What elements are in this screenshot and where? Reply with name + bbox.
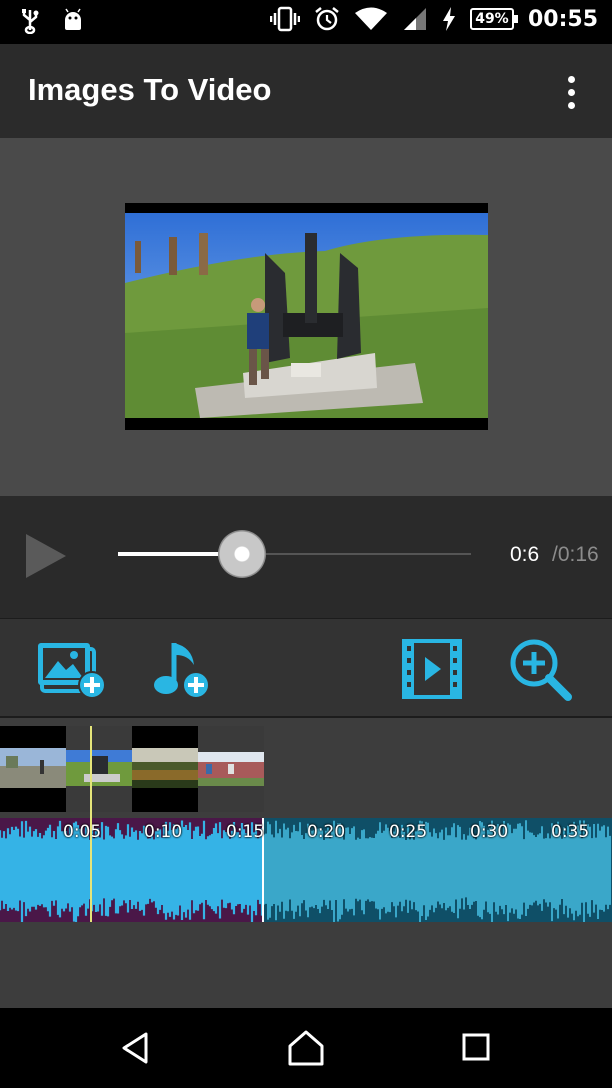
total-time: /0:16 <box>552 543 599 566</box>
usb-icon <box>22 9 39 34</box>
battery-percent: 49% <box>475 11 509 27</box>
timeline-tick: 0:20 <box>307 822 346 842</box>
preview-image <box>125 213 488 418</box>
app-bar: Images To Video <box>0 44 612 138</box>
signal-icon <box>403 8 426 30</box>
timeline-tick: 0:10 <box>144 822 183 842</box>
alarm-icon <box>315 7 339 31</box>
play-icon[interactable] <box>24 532 68 580</box>
editor-toolbar <box>0 618 612 718</box>
battery-icon: 49% <box>469 8 518 30</box>
zoom-in-icon[interactable] <box>504 637 576 701</box>
clip-4[interactable] <box>198 726 264 812</box>
back-icon[interactable] <box>114 1028 158 1068</box>
navigation-bar <box>0 1008 612 1088</box>
wifi-icon <box>354 7 387 30</box>
clip-2[interactable] <box>66 726 132 812</box>
timeline-tick: 0:35 <box>551 822 590 842</box>
vibrate-icon <box>269 6 300 32</box>
player-controls: 0:6 /0:16 <box>0 496 612 618</box>
overflow-menu-icon[interactable] <box>560 76 582 110</box>
video-preview-frame[interactable] <box>125 203 488 430</box>
clip-1[interactable] <box>0 726 66 812</box>
add-music-icon[interactable] <box>148 637 220 701</box>
seek-thumb[interactable] <box>218 530 266 578</box>
add-images-icon[interactable] <box>36 637 108 701</box>
preview-video-icon[interactable] <box>396 637 468 701</box>
home-icon[interactable] <box>284 1028 328 1068</box>
clip-3[interactable] <box>132 726 198 812</box>
clock: 00:55 <box>527 6 598 32</box>
timeline[interactable]: 0:05 0:10 0:15 0:20 0:25 0:30 0:35 <box>0 718 612 1008</box>
current-time: 0:6 <box>510 543 540 566</box>
charging-icon <box>442 7 455 31</box>
timeline-tick: 0:30 <box>470 822 509 842</box>
app-title: Images To Video <box>28 72 272 107</box>
recents-icon[interactable] <box>454 1028 498 1068</box>
timeline-tick: 0:05 <box>63 822 102 842</box>
timeline-playhead[interactable] <box>90 726 92 922</box>
seek-bar[interactable] <box>118 530 471 578</box>
status-bar: 49% 00:55 <box>0 0 612 44</box>
timeline-tick: 0:15 <box>226 822 265 842</box>
android-debug-icon <box>65 8 81 30</box>
timeline-tick: 0:25 <box>389 822 428 842</box>
video-preview-area <box>0 138 612 496</box>
